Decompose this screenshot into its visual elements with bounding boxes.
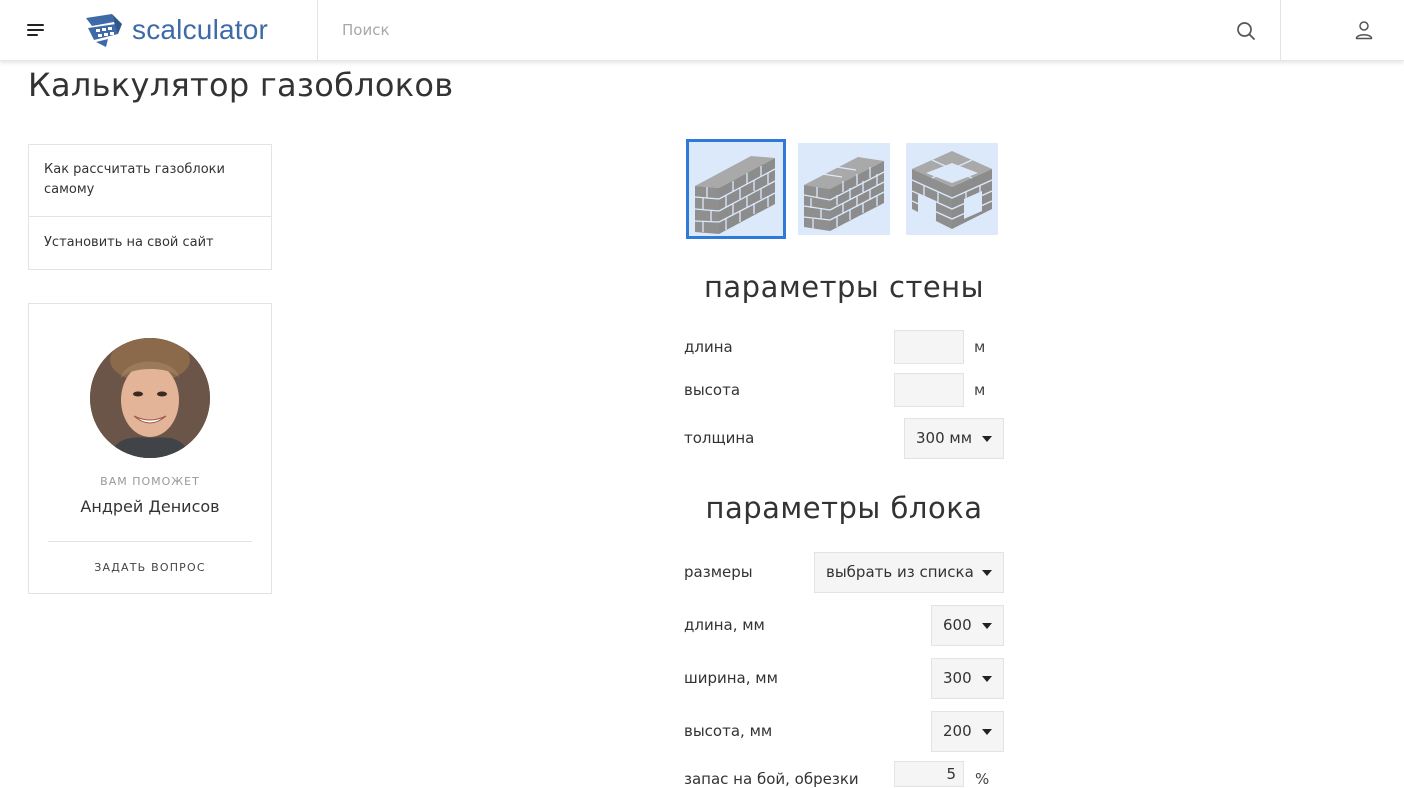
expert-caption: ВАМ ПОМОЖЕТ [100,475,200,488]
logo[interactable]: scalculator [82,10,268,50]
block-length-value: 600 [943,616,972,634]
menu-item-install-widget[interactable]: Установить на свой сайт [29,216,271,269]
block-width-value: 300 [943,669,972,687]
logo-icon [86,14,122,47]
chevron-down-icon [982,436,992,442]
avatar [90,338,210,458]
expert-card: ВАМ ПОМОЖЕТ Андрей Денисов ЗАДАТЬ ВОПРОС [28,303,272,594]
wall-length-input[interactable] [894,330,964,364]
menu-item-how-to-calculate[interactable]: Как рассчитать газоблоки самому [29,145,271,216]
wall-length-unit: м [974,338,986,356]
block-params-title: параметры блока [705,491,983,525]
block-sizes-label: размеры [684,563,753,581]
avatar-face-icon [90,338,210,458]
page-title: Калькулятор газоблоков [28,66,454,104]
search-icon[interactable] [1236,21,1256,41]
block-sizes-value: выбрать из списка [826,563,974,581]
wall-thickness-value: 300 мм [916,429,973,447]
wall-type-single[interactable] [686,139,786,239]
side-menu: Как рассчитать газоблоки самому Установи… [28,144,272,270]
wall-height-label: высота [684,381,741,399]
reserve-unit: % [975,770,990,788]
ask-question-link[interactable]: ЗАДАТЬ ВОПРОС [29,561,271,574]
block-length-select[interactable]: 600 [931,605,1004,646]
wall-type-thick[interactable] [798,143,890,235]
menu-icon[interactable] [27,24,45,38]
reserve-input[interactable] [894,761,964,787]
search-bar [317,0,1281,60]
logo-text: scalculator [132,14,269,45]
wall-thickness-select[interactable]: 300 мм [904,418,1004,459]
block-sizes-select[interactable]: выбрать из списка [814,552,1004,593]
block-height-label: высота, мм [684,722,773,740]
chevron-down-icon [982,623,992,629]
user-icon[interactable] [1354,20,1374,40]
wall-height-input[interactable] [894,373,964,407]
block-height-value: 200 [943,722,972,740]
wall-params-title: параметры стены [703,270,985,304]
block-width-select[interactable]: 300 [931,658,1004,699]
block-length-label: длина, мм [684,616,765,634]
chevron-down-icon [982,729,992,735]
thick-wall-icon [803,157,885,231]
reserve-label: запас на бой, обрезки [684,770,859,788]
wall-thickness-label: толщина [684,429,755,447]
block-width-label: ширина, мм [684,669,778,687]
block-height-select[interactable]: 200 [931,711,1004,752]
wall-type-box[interactable] [906,143,998,235]
search-input[interactable] [318,0,1222,60]
expert-name: Андрей Денисов [80,497,220,516]
chevron-down-icon [982,676,992,682]
divider [48,541,252,542]
top-header: scalculator [0,0,1404,61]
box-walls-icon [911,151,993,229]
chevron-down-icon [982,570,992,576]
single-wall-icon [694,156,776,234]
wall-height-unit: м [974,381,986,399]
wall-length-label: длина [684,338,733,356]
